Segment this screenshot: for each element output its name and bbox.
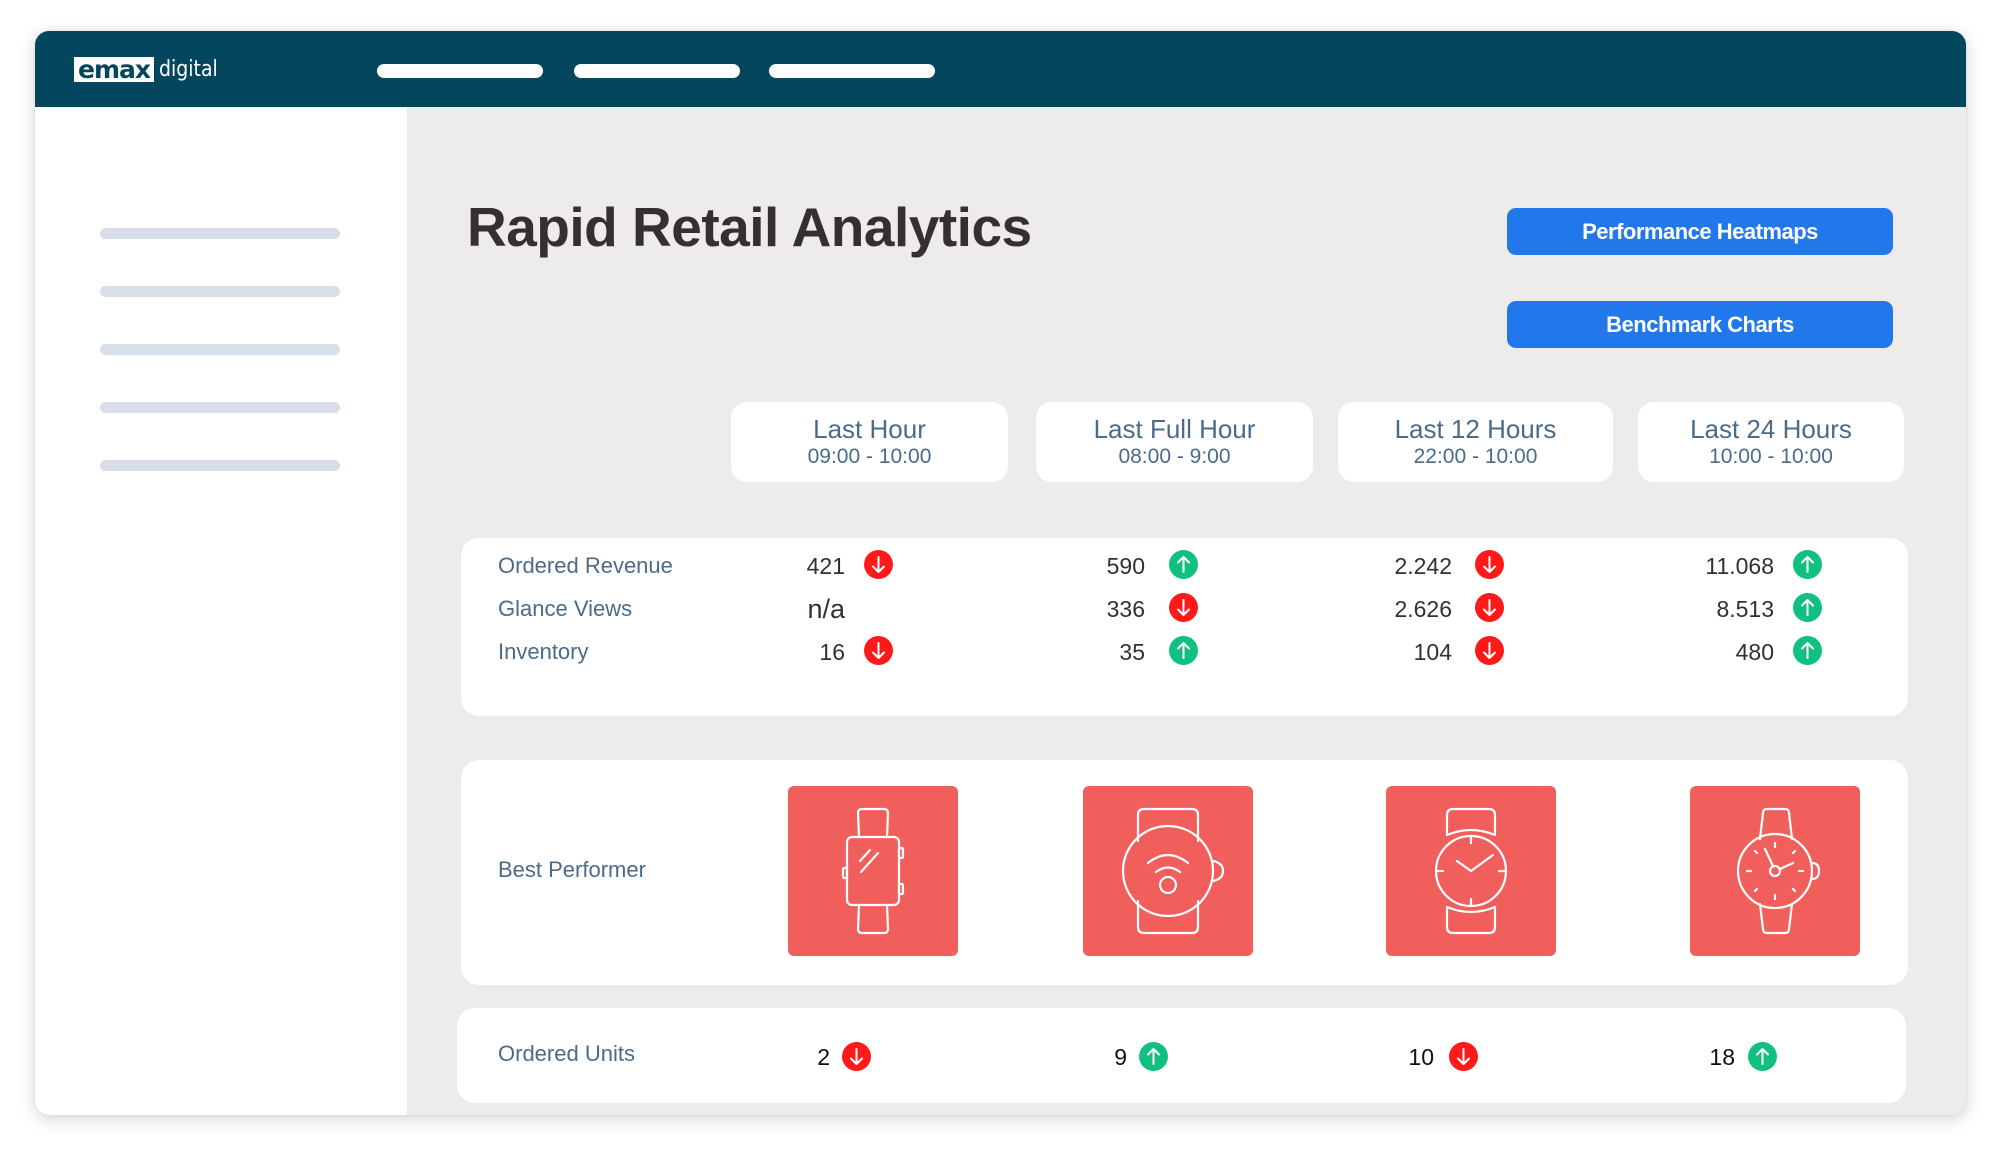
trend-up-badge: [1748, 1042, 1777, 1071]
trend-up-badge: [1169, 636, 1198, 665]
ordered-units-card: Ordered Units 2 9 10 18: [457, 1008, 1906, 1103]
period-range: 22:00 - 10:00: [1413, 445, 1538, 468]
trend-up-badge: [1793, 593, 1822, 622]
period-range: 09:00 - 10:00: [807, 445, 932, 468]
nav-item-1[interactable]: [377, 64, 543, 78]
app-window: emax digital Rapid Retail Analytics Perf…: [35, 31, 1966, 1115]
page-title: Rapid Retail Analytics: [467, 196, 1032, 258]
metric-label: Inventory: [498, 639, 589, 664]
trend-down-badge: [1449, 1042, 1478, 1071]
arrow-up-icon: [1801, 642, 1814, 659]
arrow-down-icon: [872, 556, 885, 573]
period-title: Last 24 Hours: [1690, 414, 1852, 444]
trend-down-badge: [864, 636, 893, 665]
period-title: Last Full Hour: [1093, 414, 1256, 444]
trend-down-badge: [842, 1042, 871, 1071]
arrow-down-icon: [1483, 599, 1496, 616]
logo-text: digital: [159, 56, 218, 82]
period-tab-last-24-hours[interactable]: Last 24 Hours 10:00 - 10:00: [1638, 402, 1904, 482]
metric-value: n/a: [807, 594, 845, 624]
sidebar-item-3[interactable]: [100, 344, 340, 355]
classic-watch-icon: [1736, 807, 1821, 935]
main-content: Rapid Retail Analytics Performance Heatm…: [407, 107, 1966, 1115]
period-range: 08:00 - 9:00: [1118, 445, 1231, 468]
arrow-down-icon: [1483, 556, 1496, 573]
period-range: 10:00 - 10:00: [1709, 445, 1833, 468]
units-value: 9: [1114, 1044, 1127, 1070]
metric-value: 421: [806, 553, 845, 579]
metric-value: 590: [1106, 553, 1145, 579]
metric-value: 336: [1106, 596, 1145, 622]
metric-value: 104: [1413, 639, 1452, 665]
benchmark-charts-button[interactable]: Benchmark Charts: [1507, 301, 1893, 348]
units-value: 18: [1709, 1044, 1735, 1070]
period-title: Last Hour: [813, 414, 926, 444]
metric-value: 480: [1735, 639, 1774, 665]
sidebar-item-4[interactable]: [100, 402, 340, 413]
period-tab-last-12-hours[interactable]: Last 12 Hours 22:00 - 10:00: [1338, 402, 1613, 482]
smartwatch-round-wireless-icon: [1121, 807, 1225, 935]
logo-mark: emax: [74, 56, 155, 82]
product-tile[interactable]: [1386, 786, 1556, 956]
period-title: Last 12 Hours: [1394, 414, 1557, 444]
sidebar: [35, 107, 407, 1115]
units-value: 2: [817, 1044, 830, 1070]
arrow-down-icon: [1483, 642, 1496, 659]
metric-value: 16: [819, 639, 845, 665]
best-performer-card: Best Performer: [461, 760, 1908, 985]
period-tab-last-full-hour[interactable]: Last Full Hour 08:00 - 9:00: [1036, 402, 1313, 482]
performance-heatmaps-button[interactable]: Performance Heatmaps: [1507, 208, 1893, 255]
arrow-up-icon: [1147, 1048, 1160, 1065]
sidebar-item-5[interactable]: [100, 460, 340, 471]
sidebar-item-2[interactable]: [100, 286, 340, 297]
trend-up-badge: [1793, 636, 1822, 665]
trend-down-badge: [1169, 593, 1198, 622]
nav-item-2[interactable]: [574, 64, 740, 78]
sidebar-item-1[interactable]: [100, 228, 340, 239]
trend-up-badge: [1793, 550, 1822, 579]
metric-label: Glance Views: [498, 596, 633, 621]
trend-up-badge: [1139, 1042, 1168, 1071]
ordered-units-label: Ordered Units: [498, 1041, 635, 1066]
top-header: emax digital: [35, 31, 1966, 107]
arrow-down-icon: [872, 642, 885, 659]
trend-down-badge: [1475, 593, 1504, 622]
product-tile[interactable]: [788, 786, 958, 956]
arrow-up-icon: [1801, 556, 1814, 573]
metric-label: Ordered Revenue: [498, 553, 673, 578]
metric-value: 2.242: [1394, 553, 1452, 579]
arrow-down-icon: [1177, 599, 1190, 616]
trend-down-badge: [1475, 550, 1504, 579]
arrow-up-icon: [1801, 599, 1814, 616]
trend-down-badge: [864, 550, 893, 579]
trend-down-badge: [1475, 636, 1504, 665]
product-tile[interactable]: [1690, 786, 1860, 956]
trend-up-badge: [1169, 550, 1198, 579]
metric-value: 35: [1119, 639, 1145, 665]
arrow-up-icon: [1177, 642, 1190, 659]
smartwatch-square-icon: [841, 807, 905, 935]
brand-logo[interactable]: emax digital: [74, 56, 227, 82]
metrics-card: Ordered Revenue 421 590 2.242 11.068 Glance V…: [461, 538, 1908, 716]
nav-item-3[interactable]: [769, 64, 935, 78]
arrow-down-icon: [1457, 1048, 1470, 1065]
arrow-up-icon: [1756, 1048, 1769, 1065]
arrow-up-icon: [1177, 556, 1190, 573]
product-tile[interactable]: [1083, 786, 1253, 956]
arrow-down-icon: [850, 1048, 863, 1065]
metric-value: 11.068: [1705, 553, 1774, 579]
metric-value: 2.626: [1394, 596, 1452, 622]
period-tab-last-hour[interactable]: Last Hour 09:00 - 10:00: [731, 402, 1008, 482]
analog-watch-icon: [1434, 807, 1508, 935]
best-performer-label: Best Performer: [498, 857, 646, 882]
units-value: 10: [1408, 1044, 1434, 1070]
metric-value: 8.513: [1716, 596, 1774, 622]
